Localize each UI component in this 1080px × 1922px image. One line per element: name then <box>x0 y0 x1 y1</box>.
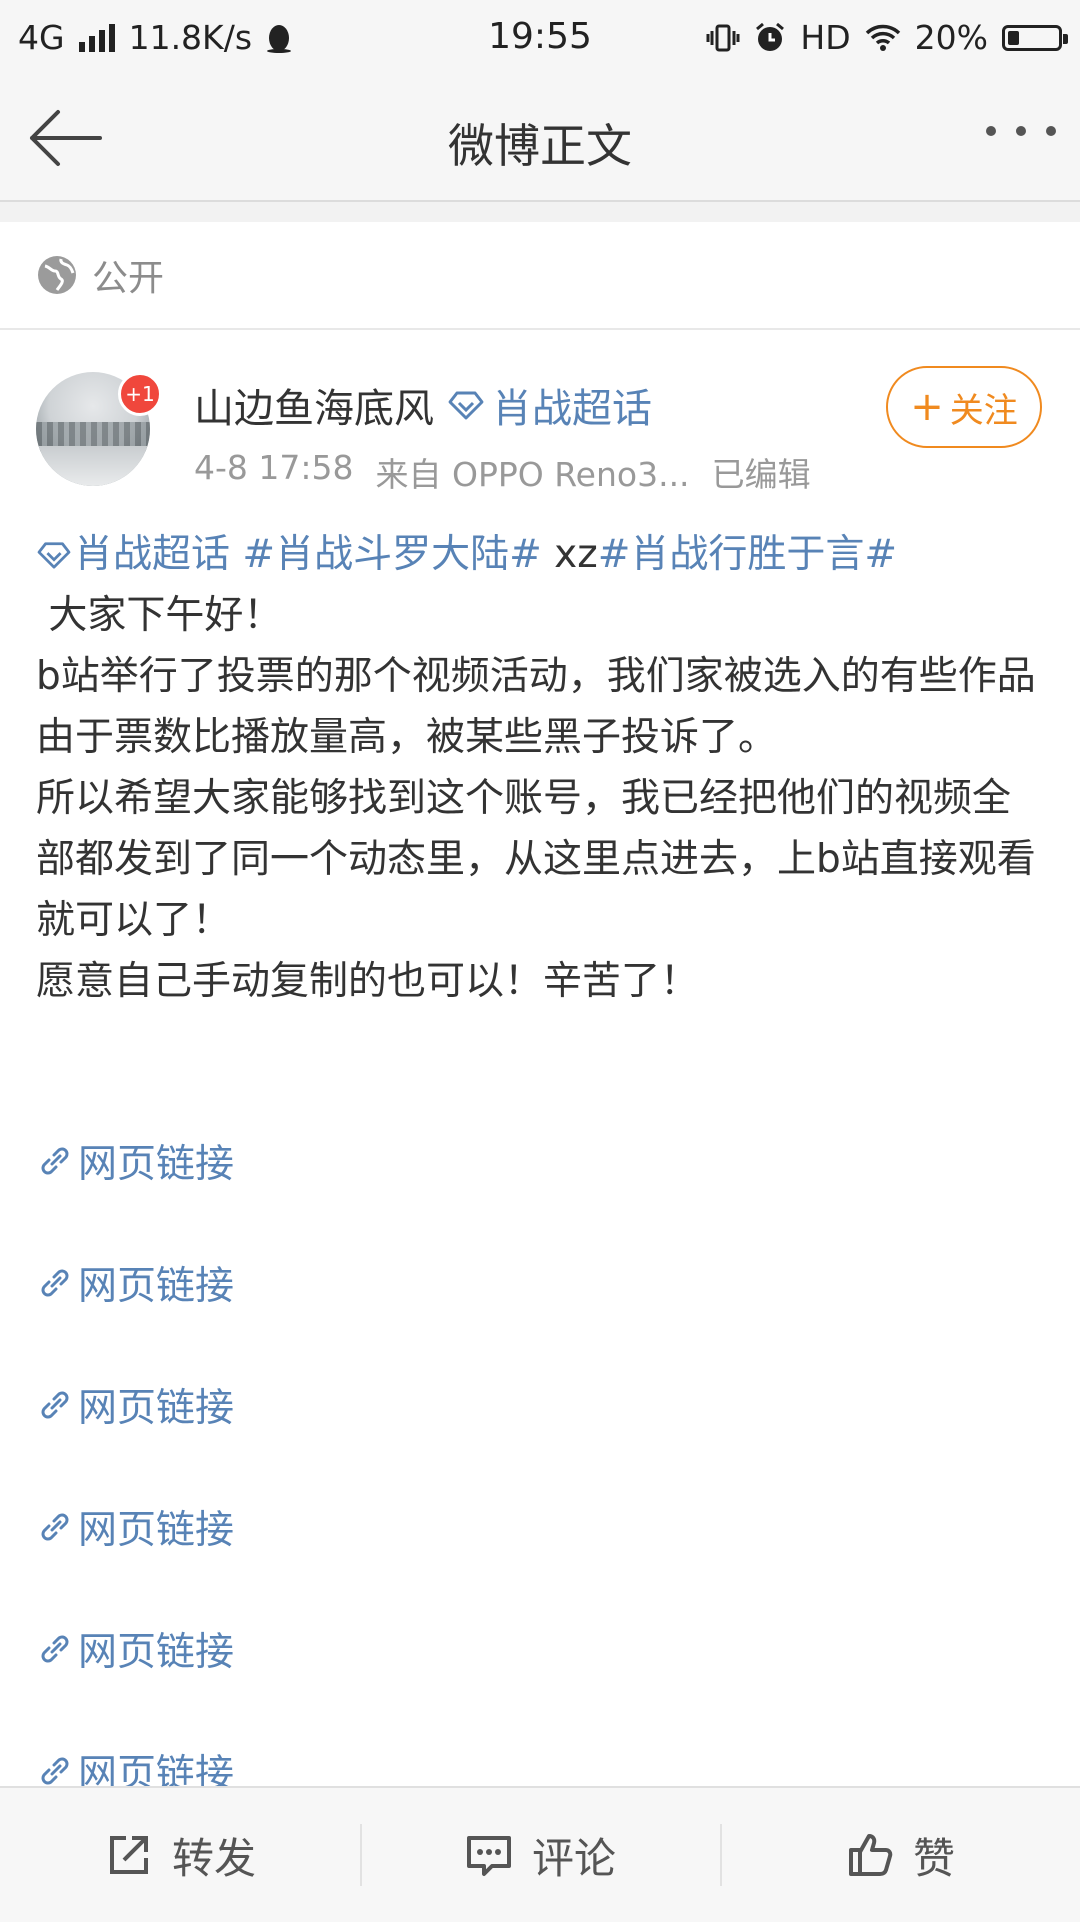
web-link-label: 网页链接 <box>78 1141 235 1187</box>
link-chain-icon <box>41 1513 69 1540</box>
hashtag-2[interactable]: #肖战行胜于言# <box>598 532 897 577</box>
post-text-line: b站举行了投票的那个视频活动，我们家被选入的有些作品由于票数比播放量高，被某些黑… <box>36 654 1036 760</box>
share-out-icon <box>109 1836 148 1874</box>
repost-button[interactable]: 转发 <box>0 1788 360 1922</box>
web-link[interactable]: 网页链接 <box>36 1618 234 1679</box>
web-link[interactable]: 网页链接 <box>36 1496 234 1557</box>
visibility-label: 公开 <box>92 258 165 299</box>
more-dots-icon[interactable] <box>986 126 1056 136</box>
hd-indicator: HD <box>800 18 851 57</box>
post-text-line: 大家下午好！ <box>36 593 283 638</box>
link-chain-icon <box>41 1147 69 1174</box>
alarm-icon <box>756 22 785 51</box>
web-link-label: 网页链接 <box>78 1507 235 1553</box>
globe-icon <box>38 256 76 294</box>
plus-icon: + <box>910 384 944 430</box>
link-chain-icon <box>41 1757 69 1784</box>
comment-label: 评论 <box>531 1833 616 1883</box>
page-title: 微博正文 <box>448 119 632 173</box>
web-link-label: 网页链接 <box>78 1629 235 1675</box>
author-name[interactable]: 山边鱼海底风 <box>194 376 434 434</box>
visibility-row: 公开 <box>0 222 1080 330</box>
web-link-label: 网页链接 <box>78 1385 235 1431</box>
section-divider <box>0 202 1080 222</box>
status-right: HD 20% <box>706 18 1068 57</box>
link-chain-icon <box>41 1635 69 1662</box>
hashtag-1[interactable]: #肖战斗罗大陆# <box>242 532 541 577</box>
web-link[interactable]: 网页链接 <box>36 1130 234 1191</box>
nav-bar: 微博正文 <box>0 76 1080 202</box>
supertopic-tag[interactable]: 肖战超话 <box>74 532 230 577</box>
link-chain-icon <box>41 1391 69 1418</box>
post-text-line: 愿意自己手动复制的也可以！辛苦了！ <box>36 959 700 1004</box>
follow-label: 关注 <box>949 390 1018 431</box>
web-link-label: 网页链接 <box>78 1263 235 1309</box>
action-bar: 转发 评论 赞 <box>0 1786 1080 1922</box>
battery-fill <box>1008 30 1019 45</box>
like-button[interactable]: 赞 <box>720 1788 1080 1922</box>
battery-percent: 20% <box>914 18 988 57</box>
diamond-icon <box>448 391 484 420</box>
edited-label[interactable]: 已编辑 <box>712 448 811 496</box>
post-time: 4-8 17:58 <box>194 448 354 487</box>
post-body: 肖战超话 #肖战斗罗大陆# xz#肖战行胜于言# 大家下午好！ b站举行了投票的… <box>36 524 1046 1012</box>
follow-button[interactable]: + 关注 <box>886 366 1042 448</box>
like-label: 赞 <box>912 1833 955 1883</box>
tag-line: 肖战超话 #肖战斗罗大陆# xz#肖战行胜于言# <box>36 524 1046 585</box>
repost-label: 转发 <box>171 1833 256 1883</box>
status-bar: 4G 11.8K/s 19:55 HD 20% <box>0 0 1080 76</box>
thumbs-up-icon <box>848 1834 893 1876</box>
diamond-icon <box>37 542 71 569</box>
author-supertopic[interactable]: 肖战超话 <box>492 376 652 434</box>
battery-charging-icon <box>1002 24 1068 51</box>
post-source[interactable]: 来自 OPPO Reno3... <box>376 448 690 496</box>
author-line: 山边鱼海底风 肖战超话 <box>194 376 652 434</box>
web-link[interactable]: 网页链接 <box>36 1374 234 1435</box>
wifi-icon <box>865 24 900 51</box>
post-text-line: 所以希望大家能够找到这个账号，我已经把他们的视频全部都发到了同一个动态里，从这里… <box>36 776 1036 943</box>
web-link[interactable]: 网页链接 <box>36 1252 234 1313</box>
notification-badge: +1 <box>118 372 162 416</box>
link-list: 网页链接 网页链接 网页链接 网页链接 网页链接 网页链接 <box>36 1130 234 1862</box>
comment-bubble-icon <box>466 1836 511 1876</box>
plain-text: xz <box>541 532 598 577</box>
post-meta: 4-8 17:58 来自 OPPO Reno3... 已编辑 <box>194 448 811 496</box>
comment-button[interactable]: 评论 <box>360 1788 720 1922</box>
vibrate-icon <box>706 24 740 51</box>
link-chain-icon <box>41 1269 69 1296</box>
